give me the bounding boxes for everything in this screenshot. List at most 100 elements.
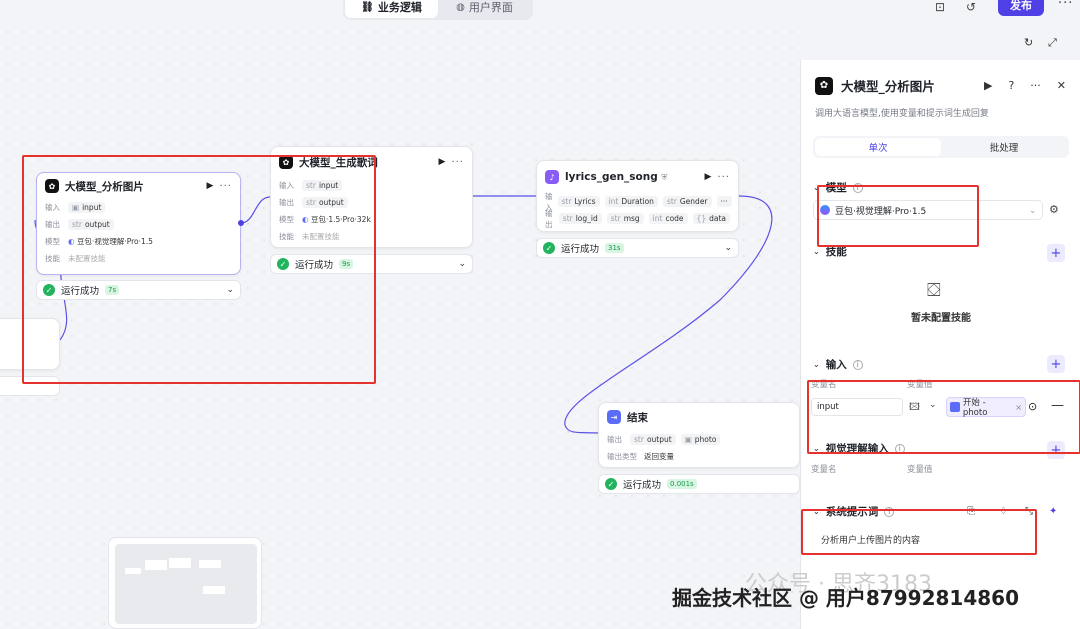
output-pill: str log_id	[558, 213, 602, 224]
run-icon[interactable]: ▶	[705, 172, 712, 182]
pill-name: code	[665, 214, 684, 223]
tab-user-interface[interactable]: ◍ 用户界面	[438, 0, 531, 18]
node-title: lyrics_gen_song ⛨	[565, 171, 699, 183]
run-icon[interactable]: ▶	[984, 79, 992, 92]
more-icon[interactable]: ···	[451, 157, 464, 168]
input-pill: str Gender	[662, 196, 712, 207]
publish-button[interactable]: 发布	[998, 0, 1044, 16]
end-icon: ⇥	[607, 410, 621, 424]
add-input-button[interactable]: +	[1047, 355, 1065, 373]
pill-name: log_id	[575, 214, 598, 223]
pill-type: int	[652, 214, 663, 223]
pill-name: output	[646, 435, 672, 444]
ai-sparkle-icon[interactable]: ✦	[1049, 506, 1057, 517]
tab-business-logic[interactable]: ⛓ 业务逻辑	[345, 0, 438, 18]
image-type-icon: ▣	[684, 435, 692, 444]
minimap-node	[169, 558, 191, 568]
input-pill: str Lyrics	[557, 196, 600, 207]
node-config-panel: ✿ 大模型_分析图片 ▶ ? ··· ✕ 调用大语言模型,使用变量和提示词生成回…	[800, 60, 1080, 629]
help-icon[interactable]: ?	[1008, 79, 1014, 92]
llm-icon: ✿	[815, 76, 833, 95]
flow-icon: ⛓	[361, 1, 374, 13]
more-icon[interactable]: ···	[717, 172, 730, 183]
chevron-down-icon: ⌄	[1029, 205, 1036, 215]
row-label: 输出	[545, 208, 553, 229]
run-icon[interactable]: ▶	[439, 157, 446, 167]
pill-type: str	[562, 214, 573, 223]
chevron-down-icon: ⌄	[813, 247, 820, 256]
output-pill: str output	[630, 434, 676, 445]
tab-label: 业务逻辑	[377, 1, 422, 14]
pill-name: Lyrics	[574, 197, 596, 206]
node-end[interactable]: ⇥ 结束 输出 str output ▣ photo 输出类型 返回变量	[598, 402, 800, 468]
pill-type: str	[610, 214, 621, 223]
history-icon[interactable]: ↺	[966, 0, 976, 14]
highlight-box	[22, 155, 376, 384]
section-label: 输入	[825, 359, 847, 371]
highlight-box	[807, 380, 1080, 454]
minimap-node	[145, 560, 167, 570]
node-title: 结束	[627, 411, 648, 424]
export-icon[interactable]: ⊡	[935, 0, 945, 14]
expand-icon[interactable]: ⤢	[1048, 36, 1057, 50]
highlight-box	[817, 185, 979, 247]
chevron-down-icon: ⌄	[813, 360, 820, 369]
pill-name: photo	[694, 435, 717, 444]
status-label: 运行成功	[623, 480, 662, 491]
ui-icon: ◍	[456, 1, 465, 13]
section-input[interactable]: ⌄ 输入 i	[813, 357, 863, 372]
pill-type: str	[634, 435, 644, 444]
add-skill-button[interactable]: +	[1047, 244, 1065, 262]
info-icon: i	[852, 359, 863, 370]
shield-icon: ⛨	[661, 173, 668, 182]
status-label: 运行成功	[561, 244, 600, 255]
pill-name: data	[709, 214, 726, 223]
minimap-node	[203, 586, 225, 594]
input-pill: int Duration	[604, 196, 658, 207]
empty-box-icon: ⛋	[927, 280, 941, 301]
pill-type: str	[561, 197, 572, 206]
node-status[interactable]: ✓ 运行成功 31s ⌄	[536, 238, 739, 258]
pill-name: Duration	[621, 197, 654, 206]
tab-batch[interactable]: 批处理	[941, 138, 1067, 156]
pill-type: {}	[696, 214, 707, 223]
tab-label: 用户界面	[468, 1, 513, 14]
output-pill: int code	[648, 213, 688, 224]
node-title-text: lyrics_gen_song	[565, 171, 658, 183]
duration-badge: 0.001s	[667, 479, 697, 489]
skill-empty-text: 暂未配置技能	[911, 313, 971, 324]
col-var-name: 变量名	[811, 465, 837, 475]
node-status[interactable]: ✓ 运行成功 0.001s	[598, 474, 800, 494]
output-pill: ▣ photo	[680, 434, 721, 445]
mode-tabs: 单次 批处理	[813, 136, 1069, 158]
plugin-icon: ♪	[545, 170, 559, 184]
duration-badge: 31s	[605, 243, 624, 253]
more-icon[interactable]: ···	[1030, 79, 1041, 92]
pill-type: int	[608, 197, 619, 206]
gear-icon[interactable]: ⚙	[1049, 203, 1059, 216]
pill-type: str	[666, 197, 677, 206]
panel-header: ✿ 大模型_分析图片 ▶ ? ··· ✕	[815, 76, 1066, 95]
watermark: 掘金技术社区 @ 用户87992814860	[672, 586, 1020, 610]
close-icon[interactable]: ✕	[1057, 79, 1066, 92]
chevron-down-icon[interactable]: ⌄	[724, 243, 732, 253]
check-icon: ✓	[605, 478, 617, 490]
pill-name: msg	[623, 214, 640, 223]
minimap[interactable]	[108, 537, 262, 629]
row-label: 输出	[607, 435, 622, 444]
row-label: 输出类型	[607, 452, 637, 461]
chevron-down-icon[interactable]: ⌄	[458, 259, 466, 269]
output-pill: str msg	[606, 213, 644, 224]
output-type-value: 返回变量	[644, 452, 674, 461]
more-pill[interactable]: ···	[716, 196, 732, 207]
minimap-node	[199, 560, 221, 568]
more-icon[interactable]: ···	[1058, 0, 1073, 11]
node-lyrics-gen-song[interactable]: ♪ lyrics_gen_song ⛨ ▶ ··· 输入 str Lyrics i…	[536, 160, 739, 232]
panel-title: 大模型_分析图片	[841, 79, 935, 94]
panel-description: 调用大语言模型,使用变量和提示词生成回复	[815, 109, 989, 119]
view-tabs: ⛓ 业务逻辑 ◍ 用户界面	[343, 0, 533, 20]
tab-single[interactable]: 单次	[815, 138, 941, 156]
refresh-icon[interactable]: ↻	[1024, 36, 1033, 49]
minimap-viewport	[115, 544, 257, 624]
pill-name: Gender	[679, 197, 708, 206]
